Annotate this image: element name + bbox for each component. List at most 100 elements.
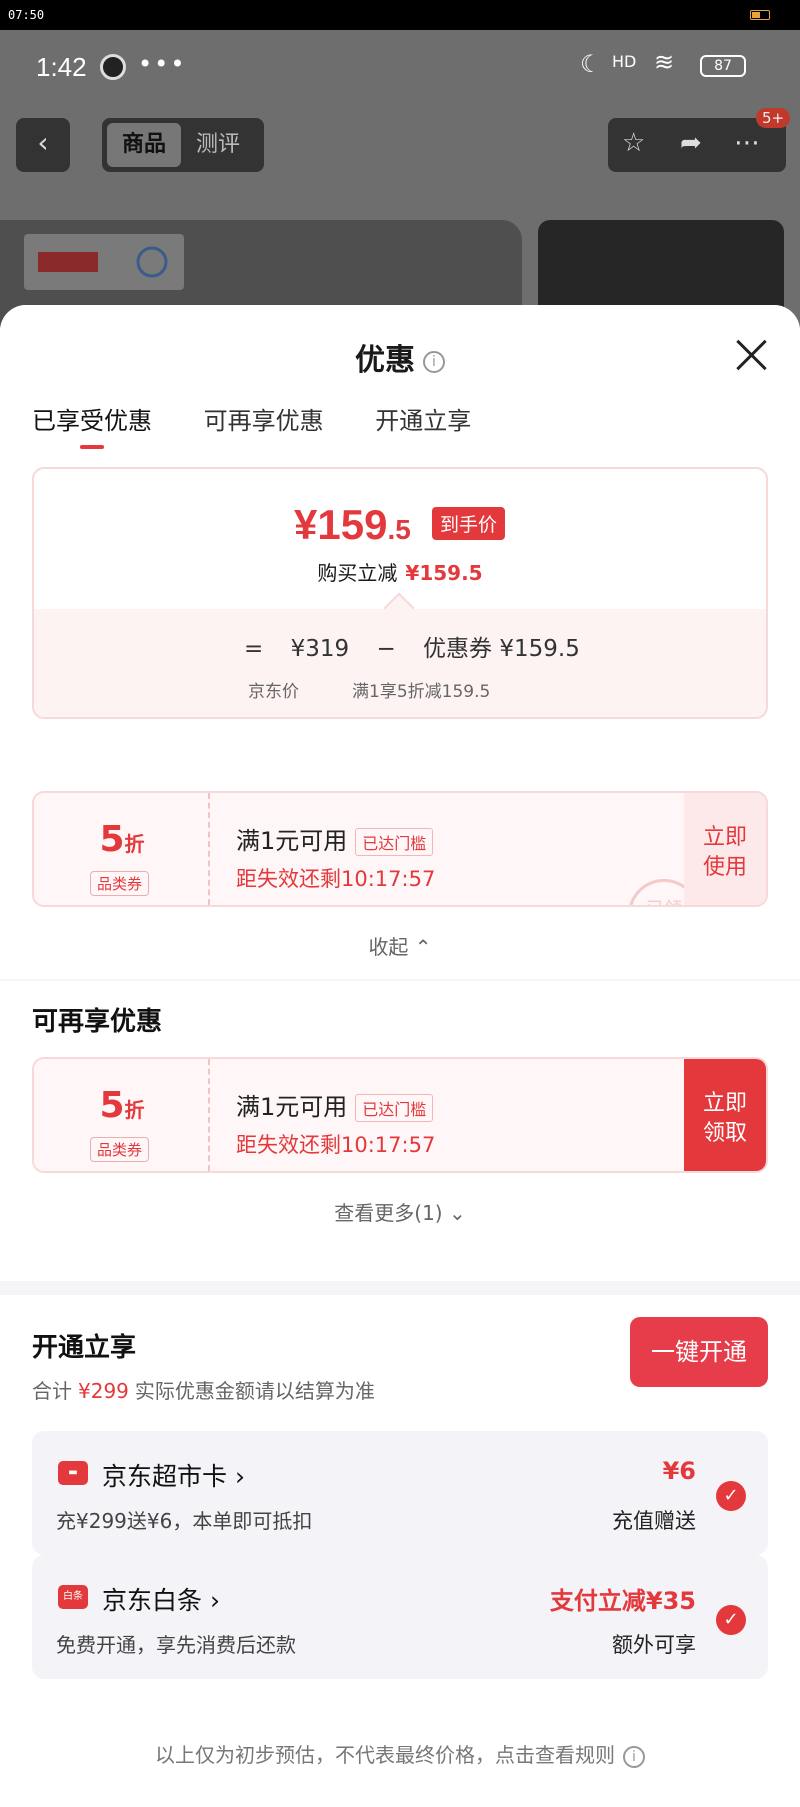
coupon-amount: 优惠券 ¥159.5 (423, 636, 580, 662)
clock-app-icon (100, 54, 126, 80)
baitiao-offer[interactable]: 白条 京东白条 › 免费开通，享先消费后还款 支付立减¥35 额外可享 ✓ (32, 1555, 768, 1679)
discount-tabs: 已享受优惠 可再享优惠 开通立享 (32, 401, 515, 436)
open-benefits-section: 开通立享 一键开通 合计 ¥299 实际优惠金额请以结算为准 ▬ 京东超市卡 › 充… (0, 1295, 800, 1807)
coupon-discount-value: 5 (99, 819, 125, 860)
formula-area (34, 609, 766, 717)
enjoyed-section: ¥159.5 到手价 购买立减 ¥159.5 = ¥319 − 优惠券 ¥159.… (0, 453, 800, 979)
threshold-badge: 已达门槛 (355, 1094, 434, 1122)
offer-name[interactable]: 京东白条 › (102, 1581, 220, 1617)
tab-review[interactable]: 测评 (181, 123, 255, 167)
brand-logo-graphic (38, 246, 168, 278)
tab-product[interactable]: 商品 (107, 123, 181, 167)
discount-sheet: 优惠 i 已享受优惠 可再享优惠 开通立享 ¥159.5 到手价 购买立减 ¥159… (0, 305, 800, 1807)
coupon-left: 5折 品类券 (34, 1059, 210, 1171)
use-now-l2: 使用 (702, 855, 747, 880)
final-price-decimal: .5 (387, 514, 411, 545)
coupon-card-available: 5折 品类券 满1元可用 已达门槛 距失效还剩10:17:57 立即领取 (32, 1057, 768, 1173)
check-icon[interactable]: ✓ (716, 1605, 746, 1635)
open-section-title: 开通立享 (32, 1333, 137, 1363)
final-price: ¥159.5 (294, 501, 411, 549)
claim-now-l1: 立即 (702, 1091, 747, 1116)
coupon-discount-unit: 折 (124, 832, 145, 856)
back-button[interactable]: ‹ (16, 118, 70, 172)
coupon-card-used: 5折 品类券 满1元可用已达门槛 距失效还剩10:17:57 已领 立即使用 (32, 791, 768, 907)
claim-now-button[interactable]: 立即 领取 (684, 1059, 766, 1171)
coupon-left: 5折 品类券 (34, 793, 210, 905)
instant-discount-value: ¥159.5 (405, 561, 483, 585)
coupon-title-text: 满1元可用 (236, 1093, 348, 1121)
wifi-icon: ≋ (654, 48, 675, 76)
info-icon[interactable]: i (423, 350, 445, 373)
status-time: 1:42 (36, 52, 87, 82)
coupon-discount: 5折 (34, 819, 210, 860)
close-icon[interactable] (734, 337, 770, 373)
disclaimer-text[interactable]: 以上仅为初步预估，不代表最终价格，点击查看规则 (155, 1743, 615, 1767)
summary-suffix: 实际优惠金额请以结算为准 (134, 1379, 375, 1403)
more-notifications-icon: ••• (138, 50, 187, 78)
offer-note: 额外可享 (612, 1633, 696, 1657)
check-icon[interactable]: ✓ (716, 1481, 746, 1511)
coupon-timer: 距失效还剩10:17:57 (236, 867, 436, 891)
coupon-discount: 5折 (34, 1085, 210, 1126)
offer-desc: 充¥299送¥6，本单即可抵扣 (56, 1509, 313, 1533)
offer-desc: 免费开通，享先消费后还款 (56, 1633, 296, 1657)
signal-icon: HD (612, 52, 637, 71)
price-formula: = ¥319 − 优惠券 ¥159.5 (244, 629, 600, 663)
original-price-label: 京东价 (248, 682, 299, 702)
sheet-title: 优惠 i (0, 335, 800, 379)
minus-sign: − (376, 636, 396, 662)
offer-amount: 支付立减¥35 (549, 1587, 696, 1615)
summary-prefix: 合计 (32, 1379, 72, 1403)
claim-now-l2: 领取 (702, 1121, 747, 1146)
star-icon[interactable]: ☆ (622, 128, 645, 158)
sheet-header: 优惠 i 已享受优惠 可再享优惠 开通立享 (0, 305, 800, 453)
more-section: 可再享优惠 5折 品类券 满1元可用 已达门槛 距失效还剩10:17:57 立即领… (0, 981, 800, 1281)
one-click-open-button[interactable]: 一键开通 (630, 1317, 768, 1387)
use-now-l1: 立即 (702, 825, 747, 850)
threshold-badge: 已达门槛 (355, 828, 434, 856)
battery-icon: 87 (700, 55, 746, 77)
os-clock: 07:50 (8, 8, 45, 22)
product-tabs: 商品 测评 (102, 118, 264, 172)
rules-info-icon[interactable]: i (623, 1745, 645, 1768)
brand-logo (24, 234, 184, 290)
coupon-title: 满1元可用 已达门槛 (236, 821, 434, 856)
more-icon[interactable]: ⋯ (734, 128, 760, 158)
coupon-discount-unit: 折 (124, 1098, 145, 1122)
message-badge: 5+ (756, 108, 791, 128)
coupon-category: 品类券 (90, 1137, 150, 1162)
tab-enjoyed[interactable]: 已享受优惠 (32, 407, 152, 435)
equals-sign: = (244, 636, 264, 662)
supermarket-card-offer[interactable]: ▬ 京东超市卡 › 充¥299送¥6，本单即可抵扣 ¥6 充值赠送 ✓ (32, 1431, 768, 1555)
coupon-title: 满1元可用 已达门槛 (236, 1087, 434, 1122)
product-nav: ‹ 商品 测评 ☆ ➦ ⋯ 5+ (0, 108, 800, 178)
more-section-title: 可再享优惠 (32, 1007, 163, 1037)
coupon-timer: 距失效还剩10:17:57 (236, 1133, 436, 1157)
final-price-int: ¥159 (294, 501, 388, 548)
status-bar: 1:42 ••• ☾ HD ≋ 87 (0, 30, 800, 100)
os-top-bar: 07:50 (0, 0, 800, 30)
os-battery-icon (750, 10, 770, 20)
tab-open[interactable]: 开通立享 (375, 407, 471, 435)
share-icon[interactable]: ➦ (680, 128, 702, 158)
tab-more[interactable]: 可再享优惠 (204, 407, 324, 435)
summary-value: ¥299 (78, 1379, 129, 1403)
offer-name[interactable]: 京东超市卡 › (102, 1457, 245, 1493)
baitiao-icon: 白条 (58, 1585, 88, 1609)
collapse-toggle[interactable]: 收起 ⌃ (0, 931, 800, 960)
coupon-rule-label: 满1享5折减159.5 (352, 682, 491, 702)
coupon-title-text: 满1元可用 (236, 827, 348, 855)
sheet-title-text: 优惠 (355, 343, 415, 378)
price-breakdown: ¥159.5 到手价 购买立减 ¥159.5 = ¥319 − 优惠券 ¥159.… (32, 467, 768, 719)
final-price-tag: 到手价 (432, 507, 506, 540)
benefit-summary: 合计 ¥299 实际优惠金额请以结算为准 (32, 1375, 375, 1404)
disclaimer[interactable]: 以上仅为初步预估，不代表最终价格，点击查看规则 i (0, 1739, 800, 1768)
card-icon: ▬ (58, 1461, 88, 1485)
view-more-toggle[interactable]: 查看更多(1) ⌄ (0, 1197, 800, 1226)
coupon-category: 品类券 (90, 871, 150, 896)
original-price: ¥319 (290, 636, 350, 662)
offer-amount: ¥6 (662, 1457, 696, 1485)
instant-discount: 购买立减 ¥159.5 (34, 557, 766, 586)
moon-icon: ☾ (580, 50, 602, 78)
use-now-button[interactable]: 立即 使用 (684, 793, 766, 905)
